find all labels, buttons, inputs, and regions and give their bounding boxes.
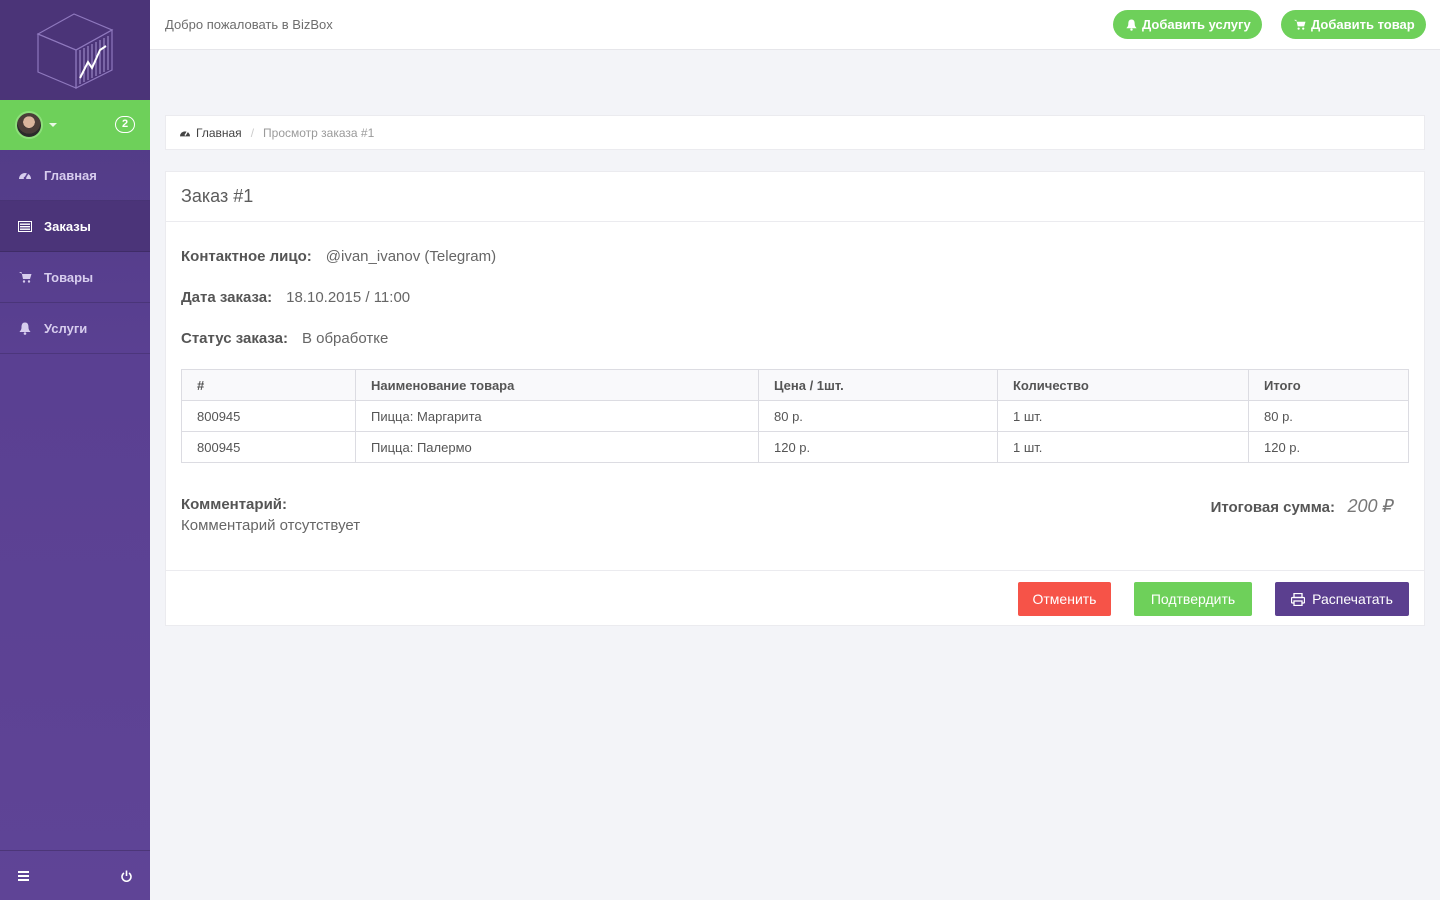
contact-value: @ivan_ivanov (Telegram) — [325, 248, 497, 265]
sidebar: 2 Главная Заказы Товары Услуги — [0, 0, 150, 900]
table-cell: Пицца: Маргарита — [355, 400, 759, 432]
add-product-button[interactable]: Добавить товар — [1281, 10, 1426, 39]
column-header: Количество — [997, 369, 1249, 401]
add-product-label: Добавить товар — [1311, 17, 1415, 32]
table-cell: Пицца: Палермо — [355, 431, 759, 463]
hamburger-icon[interactable] — [18, 870, 29, 881]
date-value: 18.10.2015 / 11:00 — [286, 289, 411, 306]
sidebar-item-orders[interactable]: Заказы — [0, 201, 150, 252]
column-header: # — [181, 369, 356, 401]
logo[interactable] — [0, 0, 150, 100]
breadcrumb-home-label: Главная — [196, 125, 242, 140]
table-cell: 80 р. — [758, 400, 998, 432]
bell-icon — [1126, 19, 1137, 31]
cart-icon — [18, 270, 32, 284]
top-header: Добро пожаловать в BizBox Добавить услуг… — [150, 0, 1440, 50]
user-bar[interactable]: 2 — [0, 100, 150, 150]
bell-icon — [18, 321, 32, 335]
power-icon[interactable] — [121, 870, 132, 882]
list-icon — [18, 219, 32, 233]
sidebar-item-home[interactable]: Главная — [0, 150, 150, 201]
status-row: Статус заказа: В обработке — [181, 330, 388, 347]
page-title: Заказ #1 — [166, 172, 1424, 222]
order-items-table: # Наименование товара Цена / 1шт. Количе… — [181, 369, 1409, 463]
table-cell: 120 р. — [1248, 431, 1409, 463]
status-value: В обработке — [301, 330, 389, 347]
status-label: Статус заказа: — [181, 330, 288, 347]
table-cell: 1 шт. — [997, 400, 1249, 432]
breadcrumb-separator: / — [250, 125, 255, 140]
panel-footer: Отменить Подтвердить Распечатать — [166, 570, 1424, 626]
sidebar-item-services[interactable]: Услуги — [0, 303, 150, 354]
total-value: 200 ₽ — [1347, 496, 1395, 516]
comment-label: Комментарий: — [181, 496, 288, 513]
table-row: 800945 Пицца: Палермо 120 р. 1 шт. 120 р… — [181, 431, 1409, 463]
table-cell: 120 р. — [758, 431, 998, 463]
dashboard-icon — [18, 168, 32, 182]
table-cell: 800945 — [181, 400, 356, 432]
notification-badge[interactable]: 2 — [115, 116, 135, 133]
sidebar-item-products[interactable]: Товары — [0, 252, 150, 303]
order-panel: Заказ #1 Контактное лицо: @ivan_ivanov (… — [165, 171, 1425, 626]
breadcrumb: Главная / Просмотр заказа #1 — [165, 115, 1425, 150]
confirm-button[interactable]: Подтвердить — [1134, 582, 1252, 616]
print-label: Распечатать — [1312, 591, 1393, 607]
dashboard-icon — [180, 130, 190, 136]
column-header: Наименование товара — [355, 369, 759, 401]
table-cell: 800945 — [181, 431, 356, 463]
add-service-label: Добавить услугу — [1142, 17, 1251, 32]
add-service-button[interactable]: Добавить услугу — [1113, 10, 1262, 39]
table-cell: 80 р. — [1248, 400, 1409, 432]
table-cell: 1 шт. — [997, 431, 1249, 463]
cart-icon — [1294, 19, 1306, 30]
table-header-row: # Наименование товара Цена / 1шт. Количе… — [181, 369, 1409, 401]
chevron-down-icon[interactable] — [49, 123, 57, 127]
sidebar-footer — [0, 850, 150, 900]
sidebar-item-label: Заказы — [44, 218, 91, 234]
bizbox-logo-icon — [36, 13, 114, 89]
welcome-text: Добро пожаловать в BizBox — [165, 17, 333, 32]
avatar[interactable] — [15, 111, 43, 139]
column-header: Цена / 1шт. — [758, 369, 998, 401]
printer-icon — [1291, 592, 1306, 606]
comment-value: Комментарий отсутствует — [181, 517, 361, 534]
sidebar-item-label: Товары — [44, 269, 94, 285]
sidebar-item-label: Услуги — [44, 320, 88, 336]
sidebar-item-label: Главная — [44, 167, 97, 183]
print-button[interactable]: Распечатать — [1275, 582, 1409, 616]
table-row: 800945 Пицца: Маргарита 80 р. 1 шт. 80 р… — [181, 400, 1409, 432]
total-label: Итоговая сумма: — [1210, 499, 1335, 516]
breadcrumb-current: Просмотр заказа #1 — [263, 125, 375, 140]
date-label: Дата заказа: — [181, 289, 273, 306]
cancel-button[interactable]: Отменить — [1018, 582, 1111, 616]
contact-row: Контактное лицо: @ivan_ivanov (Telegram) — [181, 248, 496, 265]
contact-label: Контактное лицо: — [181, 248, 312, 265]
date-row: Дата заказа: 18.10.2015 / 11:00 — [181, 289, 410, 306]
breadcrumb-home[interactable]: Главная — [179, 126, 242, 140]
column-header: Итого — [1248, 369, 1409, 401]
